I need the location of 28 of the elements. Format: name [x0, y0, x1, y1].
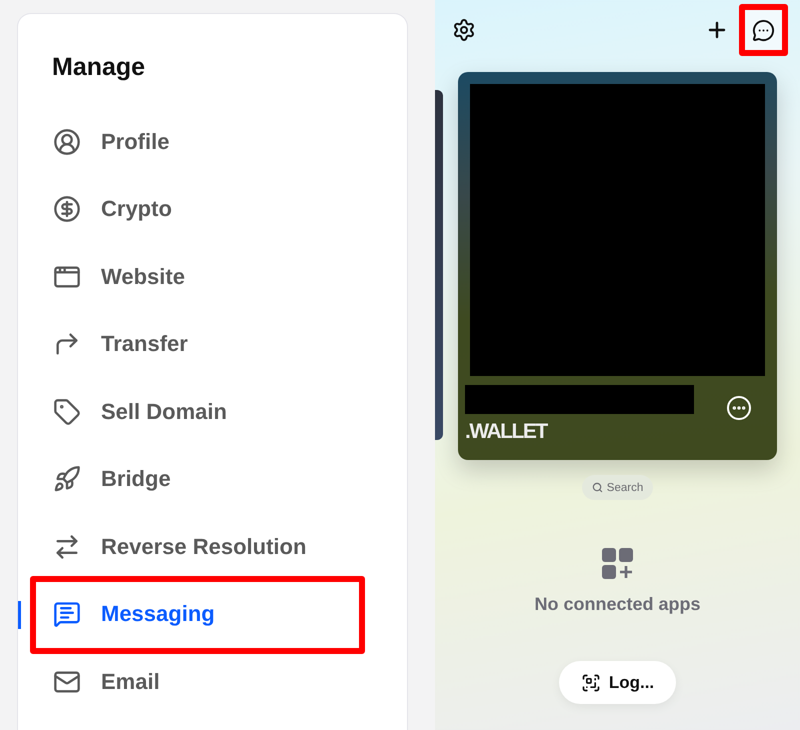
menu-item[interactable]: Email	[18, 648, 407, 716]
menu-item[interactable]: Messaging	[18, 580, 407, 648]
menu-item[interactable]: Transfer	[18, 310, 407, 378]
domain-card[interactable]: .WALLET	[458, 72, 777, 460]
menu-item[interactable]: Crypto	[18, 176, 407, 243]
domain-suffix: .WALLET	[465, 420, 548, 444]
menu-item[interactable]: Bridge	[18, 446, 407, 513]
settings-icon	[452, 18, 476, 42]
chat-button[interactable]	[739, 4, 788, 56]
empty-state-text: No connected apps	[534, 594, 701, 615]
user-circle-icon	[53, 128, 81, 156]
search-icon	[592, 482, 603, 493]
message-icon	[53, 600, 81, 628]
menu-item[interactable]: Reverse Resolution	[18, 513, 407, 580]
search-button[interactable]: Search	[582, 475, 654, 500]
more-button[interactable]	[727, 396, 751, 420]
menu-item[interactable]: Sell Domain	[18, 378, 407, 446]
tag-icon	[53, 398, 81, 426]
qr-scan-icon	[580, 672, 601, 692]
active-indicator	[18, 600, 21, 628]
chat-bubble-icon	[752, 18, 775, 42]
rocket-icon	[53, 465, 81, 494]
menu-item[interactable]: Website	[18, 243, 407, 310]
manage-heading: Manage	[52, 52, 146, 82]
dollar-circle-icon	[53, 195, 81, 224]
menu-item[interactable]: Profile	[18, 108, 407, 176]
apps-add-icon	[602, 548, 634, 580]
login-button[interactable]: Log...	[558, 661, 676, 704]
